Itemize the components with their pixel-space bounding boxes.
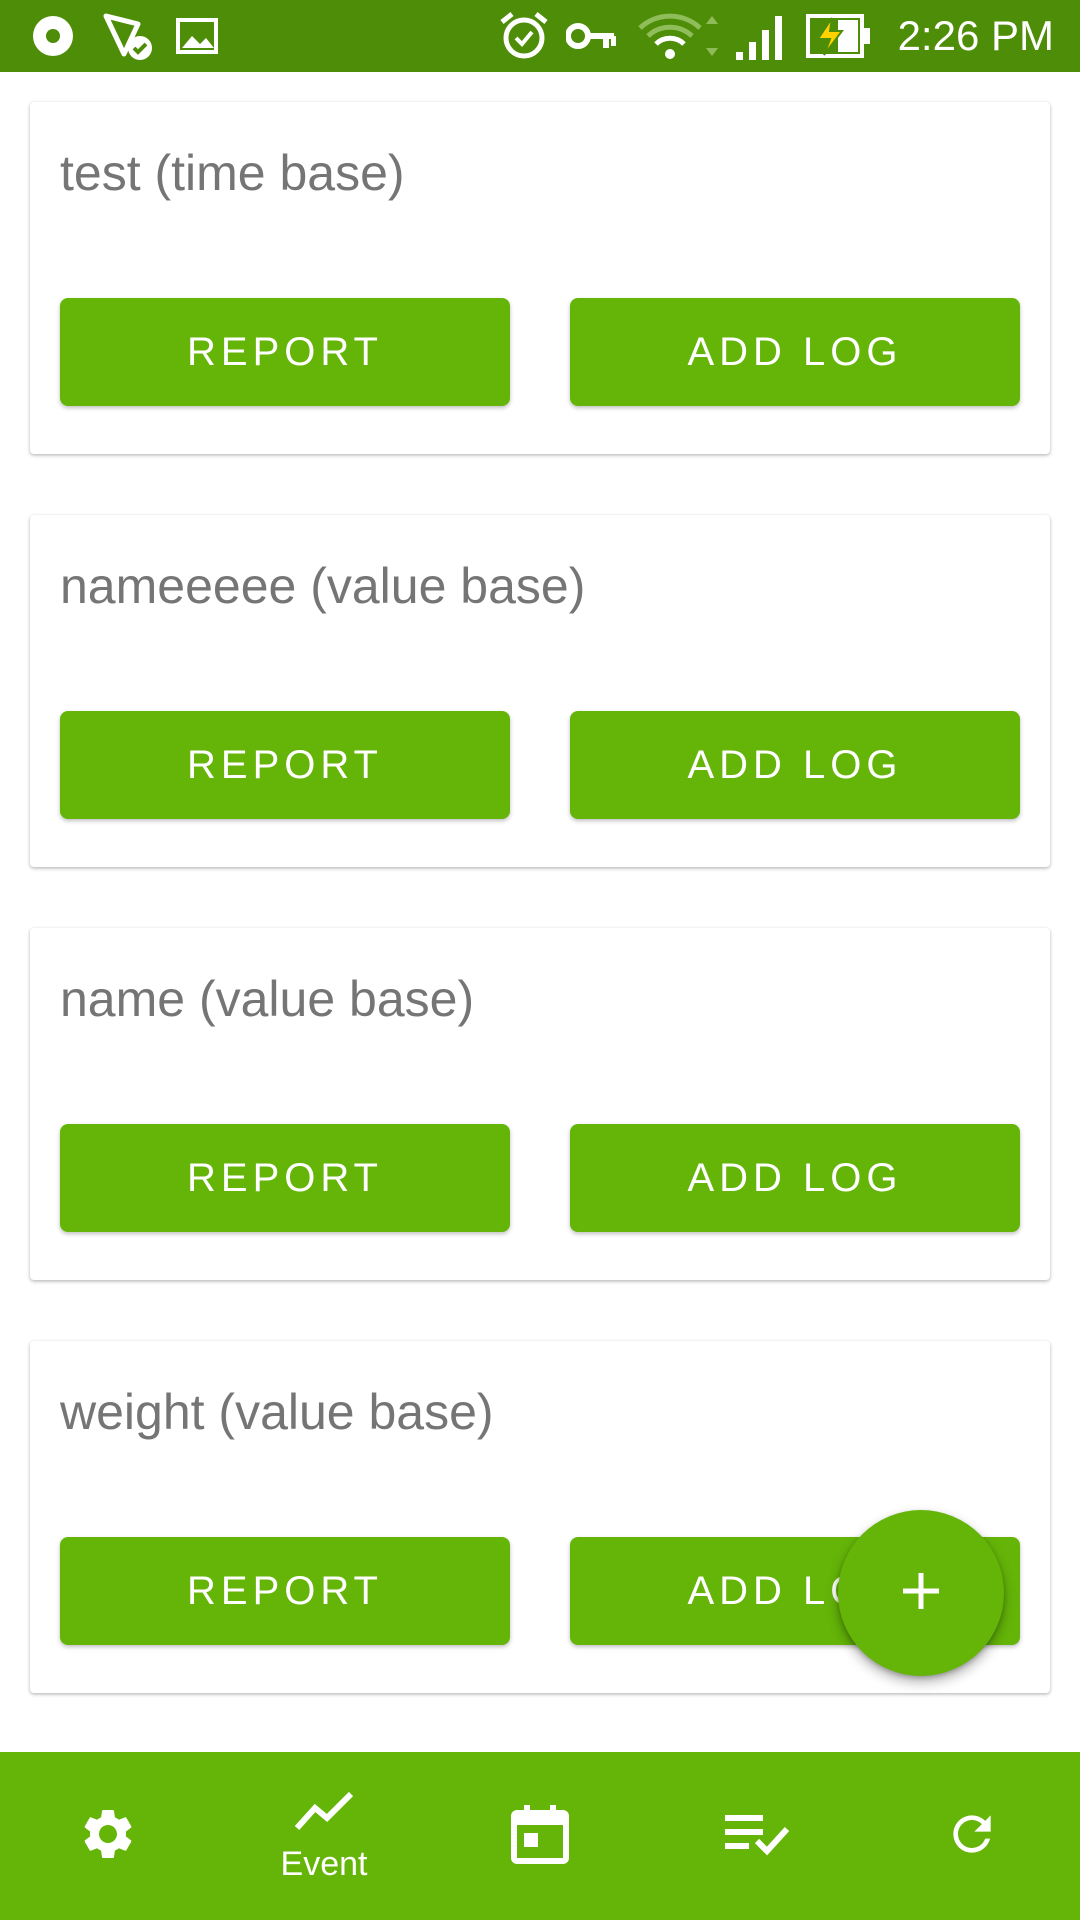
bottom-navigation: Event (0, 1752, 1080, 1920)
event-title: test (time base) (60, 145, 405, 201)
status-time: 2:26 PM (897, 12, 1054, 59)
nav-item-settings[interactable] (0, 1752, 216, 1920)
plus-icon (899, 1569, 943, 1618)
vpn-key-icon (566, 10, 616, 62)
nav-item-calendar[interactable] (432, 1752, 648, 1920)
gear-icon (78, 1804, 138, 1869)
signal-icon (734, 10, 788, 62)
report-button[interactable]: REPORT (60, 1124, 510, 1232)
add-log-button[interactable]: ADD LOG (570, 1124, 1020, 1232)
event-title: nameeeee (value base) (60, 558, 586, 614)
event-title: name (value base) (60, 971, 475, 1027)
wifi-icon (636, 10, 720, 62)
image-icon (176, 10, 218, 62)
record-icon (30, 10, 76, 62)
report-button[interactable]: REPORT (60, 298, 510, 406)
report-button[interactable]: REPORT (60, 711, 510, 819)
location-check-icon (100, 10, 156, 62)
event-card: nameeeee (value base) REPORT ADD LOG (30, 515, 1050, 867)
event-title: weight (value base) (60, 1384, 494, 1440)
refresh-icon (944, 1806, 1000, 1867)
alarm-icon (498, 10, 550, 62)
event-card: name (value base) REPORT ADD LOG (30, 928, 1050, 1280)
nav-item-event[interactable]: Event (216, 1752, 432, 1920)
add-event-fab[interactable] (838, 1510, 1004, 1676)
status-bar: 2:26 PM (0, 0, 1080, 72)
add-log-button[interactable]: ADD LOG (570, 298, 1020, 406)
nav-item-refresh[interactable] (864, 1752, 1080, 1920)
nav-label-event: Event (280, 1845, 368, 1883)
event-card: test (time base) REPORT ADD LOG (30, 102, 1050, 454)
nav-item-checklist[interactable] (648, 1752, 864, 1920)
add-log-button[interactable]: ADD LOG (570, 711, 1020, 819)
trending-line-icon (293, 1788, 355, 1839)
battery-charging-icon (806, 10, 872, 62)
report-button[interactable]: REPORT (60, 1537, 510, 1645)
calendar-icon (510, 1803, 570, 1870)
checklist-icon (723, 1811, 790, 1862)
